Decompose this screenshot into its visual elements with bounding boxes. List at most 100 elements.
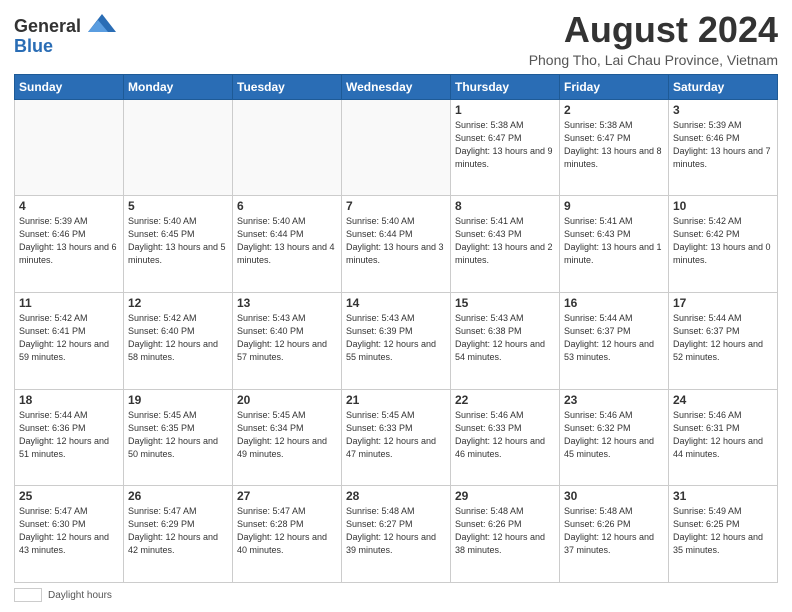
calendar-cell: 29 Sunrise: 5:48 AM Sunset: 6:26 PM Dayli… [451,486,560,583]
calendar-cell: 19 Sunrise: 5:45 AM Sunset: 6:35 PM Dayli… [124,389,233,486]
calendar-header-row: Sunday Monday Tuesday Wednesday Thursday… [15,74,778,99]
day-number: 4 [19,199,119,213]
calendar-week-3: 11 Sunrise: 5:42 AM Sunset: 6:41 PM Dayli… [15,292,778,389]
footer: Daylight hours [14,588,778,602]
day-info: Sunrise: 5:40 AM Sunset: 6:45 PM Dayligh… [128,215,228,267]
day-number: 8 [455,199,555,213]
calendar-cell [233,99,342,196]
calendar-week-1: 1 Sunrise: 5:38 AM Sunset: 6:47 PM Daylig… [15,99,778,196]
calendar-cell: 11 Sunrise: 5:42 AM Sunset: 6:41 PM Dayli… [15,292,124,389]
calendar-cell: 13Sunrise: 5:43 AM Sunset: 6:40 PM Dayli… [233,292,342,389]
logo-text: General [14,14,116,37]
day-info: Sunrise: 5:42 AM Sunset: 6:41 PM Dayligh… [19,312,119,364]
day-info: Sunrise: 5:46 AM Sunset: 6:33 PM Dayligh… [455,409,555,461]
day-number: 1 [455,103,555,117]
day-number: 5 [128,199,228,213]
day-number: 27 [237,489,337,503]
day-info: Sunrise: 5:48 AM Sunset: 6:27 PM Dayligh… [346,505,446,557]
day-info: Sunrise: 5:46 AM Sunset: 6:31 PM Dayligh… [673,409,773,461]
day-number: 17 [673,296,773,310]
calendar-cell: 2Sunrise: 5:38 AM Sunset: 6:47 PM Daylig… [560,99,669,196]
calendar-cell: 17 Sunrise: 5:44 AM Sunset: 6:37 PM Dayli… [669,292,778,389]
day-number: 28 [346,489,446,503]
day-number: 21 [346,393,446,407]
logo-general: General [14,16,81,36]
col-friday: Friday [560,74,669,99]
calendar: Sunday Monday Tuesday Wednesday Thursday… [14,74,778,583]
day-info: Sunrise: 5:47 AM Sunset: 6:30 PM Dayligh… [19,505,119,557]
calendar-cell: 6 Sunrise: 5:40 AM Sunset: 6:44 PM Daylig… [233,196,342,293]
day-number: 31 [673,489,773,503]
day-info: Sunrise: 5:49 AM Sunset: 6:25 PM Dayligh… [673,505,773,557]
calendar-cell: 12Sunrise: 5:42 AM Sunset: 6:40 PM Dayli… [124,292,233,389]
calendar-cell: 30 Sunrise: 5:48 AM Sunset: 6:26 PM Dayli… [560,486,669,583]
day-info: Sunrise: 5:44 AM Sunset: 6:37 PM Dayligh… [673,312,773,364]
day-info: Sunrise: 5:43 AM Sunset: 6:40 PM Dayligh… [237,312,337,364]
day-info: Sunrise: 5:41 AM Sunset: 6:43 PM Dayligh… [564,215,664,267]
day-info: Sunrise: 5:40 AM Sunset: 6:44 PM Dayligh… [346,215,446,267]
day-info: Sunrise: 5:38 AM Sunset: 6:47 PM Dayligh… [564,119,664,171]
day-number: 26 [128,489,228,503]
calendar-cell [124,99,233,196]
day-info: Sunrise: 5:39 AM Sunset: 6:46 PM Dayligh… [673,119,773,171]
calendar-week-2: 4 Sunrise: 5:39 AM Sunset: 6:46 PM Daylig… [15,196,778,293]
month-title: August 2024 [529,10,778,50]
day-number: 7 [346,199,446,213]
day-number: 29 [455,489,555,503]
col-tuesday: Tuesday [233,74,342,99]
calendar-cell: 25 Sunrise: 5:47 AM Sunset: 6:30 PM Dayli… [15,486,124,583]
day-number: 20 [237,393,337,407]
page: General Blue August 2024 Phong Tho, Lai … [0,0,792,612]
day-number: 16 [564,296,664,310]
day-number: 12 [128,296,228,310]
calendar-cell: 10Sunrise: 5:42 AM Sunset: 6:42 PM Dayli… [669,196,778,293]
logo-icon [88,14,116,32]
calendar-cell: 7 Sunrise: 5:40 AM Sunset: 6:44 PM Daylig… [342,196,451,293]
day-number: 14 [346,296,446,310]
calendar-cell: 27 Sunrise: 5:47 AM Sunset: 6:28 PM Dayli… [233,486,342,583]
calendar-cell: 26 Sunrise: 5:47 AM Sunset: 6:29 PM Dayli… [124,486,233,583]
day-number: 9 [564,199,664,213]
day-number: 3 [673,103,773,117]
day-info: Sunrise: 5:44 AM Sunset: 6:37 PM Dayligh… [564,312,664,364]
calendar-cell: 5 Sunrise: 5:40 AM Sunset: 6:45 PM Daylig… [124,196,233,293]
day-info: Sunrise: 5:44 AM Sunset: 6:36 PM Dayligh… [19,409,119,461]
day-info: Sunrise: 5:41 AM Sunset: 6:43 PM Dayligh… [455,215,555,267]
calendar-cell: 1 Sunrise: 5:38 AM Sunset: 6:47 PM Daylig… [451,99,560,196]
day-number: 6 [237,199,337,213]
calendar-cell: 22Sunrise: 5:46 AM Sunset: 6:33 PM Dayli… [451,389,560,486]
calendar-cell [15,99,124,196]
calendar-cell: 31 Sunrise: 5:49 AM Sunset: 6:25 PM Dayli… [669,486,778,583]
day-info: Sunrise: 5:47 AM Sunset: 6:29 PM Dayligh… [128,505,228,557]
col-sunday: Sunday [15,74,124,99]
day-number: 19 [128,393,228,407]
col-saturday: Saturday [669,74,778,99]
calendar-cell: 8 Sunrise: 5:41 AM Sunset: 6:43 PM Daylig… [451,196,560,293]
day-info: Sunrise: 5:45 AM Sunset: 6:35 PM Dayligh… [128,409,228,461]
day-number: 30 [564,489,664,503]
day-info: Sunrise: 5:39 AM Sunset: 6:46 PM Dayligh… [19,215,119,267]
calendar-cell: 21 Sunrise: 5:45 AM Sunset: 6:33 PM Dayli… [342,389,451,486]
logo-blue: Blue [14,37,53,55]
day-info: Sunrise: 5:40 AM Sunset: 6:44 PM Dayligh… [237,215,337,267]
day-info: Sunrise: 5:48 AM Sunset: 6:26 PM Dayligh… [455,505,555,557]
calendar-cell: 28 Sunrise: 5:48 AM Sunset: 6:27 PM Dayli… [342,486,451,583]
day-number: 18 [19,393,119,407]
day-number: 24 [673,393,773,407]
calendar-week-5: 25 Sunrise: 5:47 AM Sunset: 6:30 PM Dayli… [15,486,778,583]
header: General Blue August 2024 Phong Tho, Lai … [14,10,778,68]
day-number: 11 [19,296,119,310]
day-info: Sunrise: 5:38 AM Sunset: 6:47 PM Dayligh… [455,119,555,171]
day-info: Sunrise: 5:45 AM Sunset: 6:33 PM Dayligh… [346,409,446,461]
calendar-week-4: 18 Sunrise: 5:44 AM Sunset: 6:36 PM Dayli… [15,389,778,486]
day-info: Sunrise: 5:45 AM Sunset: 6:34 PM Dayligh… [237,409,337,461]
calendar-cell: 18 Sunrise: 5:44 AM Sunset: 6:36 PM Dayli… [15,389,124,486]
col-thursday: Thursday [451,74,560,99]
day-info: Sunrise: 5:47 AM Sunset: 6:28 PM Dayligh… [237,505,337,557]
col-monday: Monday [124,74,233,99]
day-info: Sunrise: 5:48 AM Sunset: 6:26 PM Dayligh… [564,505,664,557]
calendar-cell: 23 Sunrise: 5:46 AM Sunset: 6:32 PM Dayli… [560,389,669,486]
day-number: 25 [19,489,119,503]
day-info: Sunrise: 5:46 AM Sunset: 6:32 PM Dayligh… [564,409,664,461]
day-number: 23 [564,393,664,407]
